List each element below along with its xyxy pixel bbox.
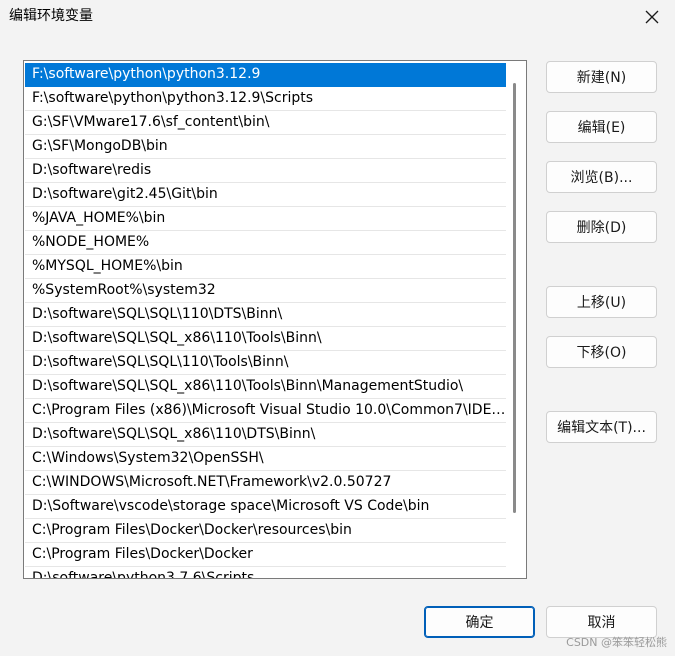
move-down-button[interactable]: 下移(O) [546, 336, 657, 368]
new-button[interactable]: 新建(N) [546, 61, 657, 93]
path-list-item[interactable]: G:\SF\MongoDB\bin [25, 135, 506, 159]
path-list-item[interactable]: C:\WINDOWS\Microsoft.NET\Framework\v2.0.… [25, 471, 506, 495]
title-bar: 编辑环境变量 [0, 0, 675, 33]
path-list-item[interactable]: %MYSQL_HOME%\bin [25, 255, 506, 279]
path-list-item[interactable]: F:\software\python\python3.12.9\Scripts [25, 87, 506, 111]
path-list-item[interactable]: C:\Program Files\Docker\Docker [25, 543, 506, 567]
path-list-item[interactable]: C:\Program Files (x86)\Microsoft Visual … [25, 399, 506, 423]
path-list-item[interactable]: %SystemRoot%\system32 [25, 279, 506, 303]
path-list-item[interactable]: %NODE_HOME% [25, 231, 506, 255]
delete-button[interactable]: 删除(D) [546, 211, 657, 243]
window-title: 编辑环境变量 [9, 8, 93, 24]
path-list-items: F:\software\python\python3.12.9 F:\softwa… [25, 63, 506, 578]
path-list-item[interactable]: G:\SF\VMware17.6\sf_content\bin\ [25, 111, 506, 135]
path-list-item[interactable]: C:\Windows\System32\OpenSSH\ [25, 447, 506, 471]
edit-button[interactable]: 编辑(E) [546, 111, 657, 143]
close-icon [645, 10, 659, 23]
path-list-item[interactable]: D:\software\SQL\SQL\110\DTS\Binn\ [25, 303, 506, 327]
watermark: CSDN @笨笨轻松熊 [566, 636, 667, 649]
path-list-item[interactable]: %JAVA_HOME%\bin [25, 207, 506, 231]
ok-button[interactable]: 确定 [424, 606, 535, 638]
browse-button[interactable]: 浏览(B)... [546, 161, 657, 193]
path-list-item[interactable]: D:\software\redis [25, 159, 506, 183]
close-button[interactable] [629, 0, 675, 33]
path-list[interactable]: F:\software\python\python3.12.9 F:\softwa… [23, 60, 527, 579]
path-list-item[interactable]: D:\software\SQL\SQL_x86\110\DTS\Binn\ [25, 423, 506, 447]
path-list-item[interactable]: D:\software\python3.7.6\Scripts [25, 567, 506, 578]
path-list-item[interactable]: D:\software\git2.45\Git\bin [25, 183, 506, 207]
path-list-item[interactable]: F:\software\python\python3.12.9 [25, 63, 506, 87]
path-list-item[interactable]: D:\Software\vscode\storage space\Microso… [25, 495, 506, 519]
edit-text-button[interactable]: 编辑文本(T)... [546, 411, 657, 443]
move-up-button[interactable]: 上移(U) [546, 286, 657, 318]
path-list-item[interactable]: D:\software\SQL\SQL\110\Tools\Binn\ [25, 351, 506, 375]
path-list-item[interactable]: C:\Program Files\Docker\Docker\resources… [25, 519, 506, 543]
path-list-item[interactable]: D:\software\SQL\SQL_x86\110\Tools\Binn\M… [25, 375, 506, 399]
path-list-item[interactable]: D:\software\SQL\SQL_x86\110\Tools\Binn\ [25, 327, 506, 351]
vertical-scrollbar[interactable] [513, 83, 516, 513]
